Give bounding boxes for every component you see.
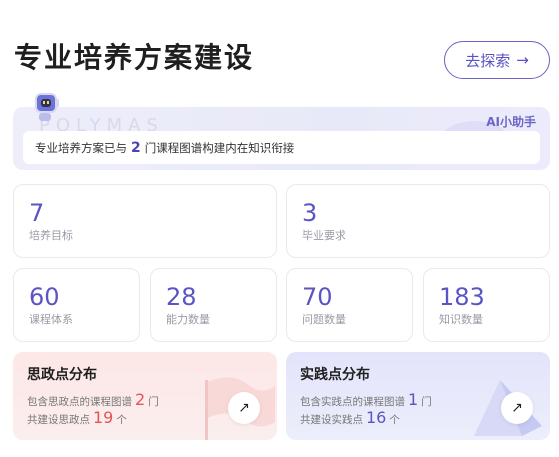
- explore-label: 去探索: [465, 51, 511, 70]
- practice-point-label: 共建设实践点: [300, 414, 363, 426]
- explore-button[interactable]: 去探索 →: [444, 41, 550, 79]
- ideology-point-line: 共建设思政点 19 个: [27, 408, 127, 427]
- arrow-up-right-icon[interactable]: ↗: [228, 392, 260, 424]
- ai-assistant-banner: POLYMAS AI小助手 专业培养方案已与 2 门课程图谱构建内在知识衔接: [13, 107, 550, 170]
- ideology-course-label: 包含思政点的课程图谱: [27, 396, 132, 408]
- stat-label: 毕业要求: [302, 229, 346, 242]
- stat-value: 70: [302, 283, 333, 311]
- ai-message-suffix: 门课程图谱构建内在知识衔接: [144, 140, 295, 155]
- stat-value: 28: [166, 283, 197, 311]
- ideology-point-count: 19: [93, 408, 114, 427]
- ideology-point-unit: 个: [116, 414, 127, 426]
- practice-distribution-card[interactable]: 实践点分布 包含实践点的课程图谱 1 门 共建设实践点 16 个 ↗: [286, 352, 550, 440]
- stat-card-course-system[interactable]: 60 课程体系: [13, 268, 140, 342]
- stat-card-problem-count[interactable]: 70 问题数量: [286, 268, 413, 342]
- practice-course-count: 1: [408, 390, 419, 409]
- stat-label: 课程体系: [29, 313, 73, 326]
- ai-message: 专业培养方案已与 2 门课程图谱构建内在知识衔接: [23, 131, 540, 164]
- ideology-point-label: 共建设思政点: [27, 414, 90, 426]
- stat-value: 183: [439, 283, 485, 311]
- arrow-right-icon: →: [516, 51, 529, 69]
- ai-message-count: 2: [131, 139, 141, 156]
- ideology-course-count: 2: [135, 390, 146, 409]
- stat-label: 知识数量: [439, 313, 483, 326]
- arrow-up-right-icon[interactable]: ↗: [501, 392, 533, 424]
- stat-label: 培养目标: [29, 229, 73, 242]
- robot-mascot-icon: [29, 91, 59, 121]
- practice-course-label: 包含实践点的课程图谱: [300, 396, 405, 408]
- stat-value: 7: [29, 199, 45, 227]
- practice-point-count: 16: [366, 408, 387, 427]
- stat-card-ability-count[interactable]: 28 能力数量: [150, 268, 277, 342]
- ideology-course-unit: 门: [148, 396, 159, 408]
- practice-course-unit: 门: [421, 396, 432, 408]
- stat-value: 3: [302, 199, 318, 227]
- stat-card-knowledge-count[interactable]: 183 知识数量: [423, 268, 550, 342]
- ideology-title: 思政点分布: [27, 367, 97, 383]
- practice-title: 实践点分布: [300, 367, 370, 383]
- stat-label: 能力数量: [166, 313, 210, 326]
- practice-point-unit: 个: [389, 414, 400, 426]
- stat-label: 问题数量: [302, 313, 346, 326]
- ai-message-prefix: 专业培养方案已与: [35, 140, 127, 155]
- practice-point-line: 共建设实践点 16 个: [300, 408, 400, 427]
- stat-card-training-goals[interactable]: 7 培养目标: [13, 184, 277, 258]
- page-title: 专业培养方案建设: [14, 41, 255, 74]
- ideology-distribution-card[interactable]: 思政点分布 包含思政点的课程图谱 2 门 共建设思政点 19 个 ↗: [13, 352, 277, 440]
- ideology-course-line: 包含思政点的课程图谱 2 门: [27, 390, 159, 409]
- stat-card-graduation-requirements[interactable]: 3 毕业要求: [286, 184, 550, 258]
- stat-value: 60: [29, 283, 60, 311]
- practice-course-line: 包含实践点的课程图谱 1 门: [300, 390, 432, 409]
- ai-assistant-badge: AI小助手: [486, 115, 536, 129]
